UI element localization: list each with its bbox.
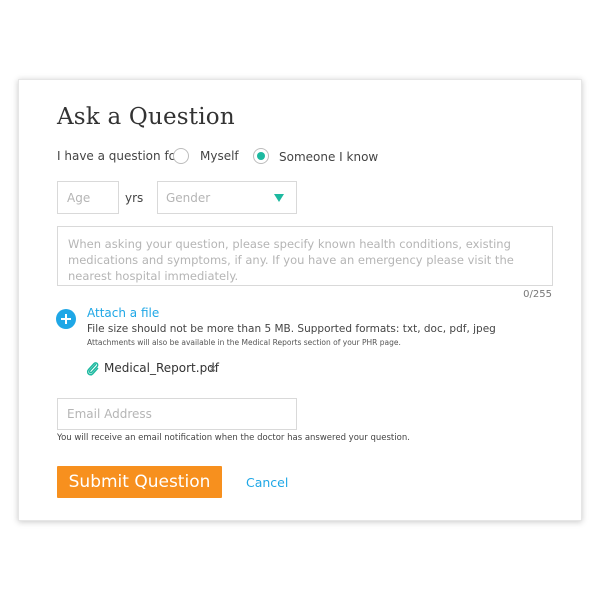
attach-file-link[interactable]: Attach a file (87, 306, 159, 320)
char-counter: 0/255 (523, 289, 552, 300)
radio-myself-label[interactable]: Myself (200, 149, 239, 163)
email-input[interactable] (57, 398, 297, 430)
cancel-link[interactable]: Cancel (246, 475, 288, 490)
attach-hint: File size should not be more than 5 MB. … (87, 323, 496, 335)
page-title: Ask a Question (57, 104, 235, 130)
age-unit-label: yrs (125, 191, 144, 205)
plus-circle-icon[interactable] (56, 309, 76, 329)
attachment-filename: Medical_Report.pdf (104, 361, 220, 375)
caret-down-icon (274, 194, 284, 202)
email-note: You will receive an email notification w… (57, 433, 410, 443)
gender-placeholder: Gender (166, 191, 211, 205)
submit-question-button[interactable]: Submit Question (57, 466, 222, 498)
question-textarea[interactable] (57, 226, 553, 286)
gender-select[interactable]: Gender (157, 181, 297, 214)
ask-question-card (18, 79, 582, 521)
radio-someone-i-know[interactable] (253, 148, 269, 164)
age-input[interactable] (57, 181, 119, 214)
attach-note: Attachments will also be available in th… (87, 338, 401, 347)
radio-someone-i-know-label[interactable]: Someone I know (279, 150, 378, 164)
question-for-label: I have a question for (57, 149, 181, 163)
radio-myself[interactable] (173, 148, 189, 164)
close-icon[interactable]: × (208, 362, 217, 375)
paperclip-icon (86, 362, 99, 376)
